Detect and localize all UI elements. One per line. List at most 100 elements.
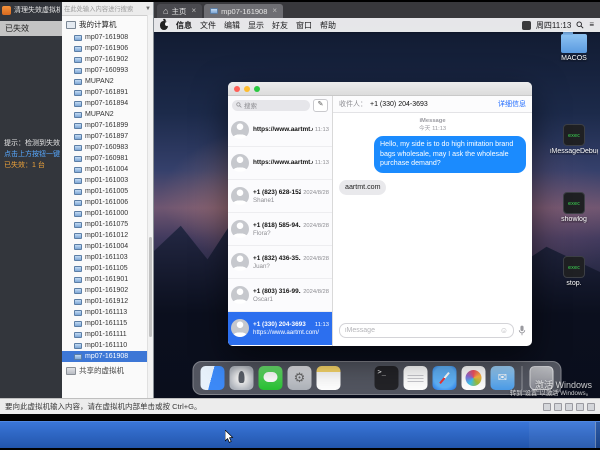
microphone-icon[interactable] bbox=[518, 325, 526, 336]
messages-titlebar[interactable] bbox=[228, 82, 532, 96]
vm-list-item[interactable]: mp01-161110 bbox=[62, 340, 153, 351]
tab-home[interactable]: ⌂主页× bbox=[157, 4, 202, 18]
vm-list-item[interactable]: mp07-161891 bbox=[62, 87, 153, 98]
close-button[interactable] bbox=[234, 86, 240, 92]
network-icon[interactable] bbox=[565, 403, 573, 411]
vm-list-item[interactable]: mp07-161897 bbox=[62, 131, 153, 142]
dock-icon-messages[interactable] bbox=[259, 366, 283, 390]
dock-icon-notes[interactable] bbox=[317, 366, 341, 390]
conversation-list-item[interactable]: +1 (330) 204-369311:13https://www.aartmt… bbox=[228, 312, 332, 345]
menubar-item[interactable]: 信息 bbox=[176, 20, 192, 31]
vm-list-item[interactable]: mp07-161899 bbox=[62, 120, 153, 131]
sound-icon[interactable] bbox=[587, 403, 595, 411]
vm-list-item[interactable]: MUPAN2 bbox=[62, 109, 153, 120]
vm-list-item[interactable]: mp07-161906 bbox=[62, 43, 153, 54]
menubar-item[interactable]: 显示 bbox=[248, 20, 264, 31]
conversation-list-item[interactable]: +1 (818) 585-94...2024/8/28Flora? bbox=[228, 213, 332, 246]
menubar-item[interactable]: 好友 bbox=[272, 20, 288, 31]
vm-list-item[interactable]: mp01-161075 bbox=[62, 219, 153, 230]
scrollbar-thumb[interactable] bbox=[149, 237, 152, 337]
dock-icon-launchpad[interactable] bbox=[230, 366, 254, 390]
cd-icon[interactable] bbox=[554, 403, 562, 411]
spotlight-icon[interactable] bbox=[576, 21, 584, 29]
menubar-item[interactable]: 窗口 bbox=[296, 20, 312, 31]
message-input[interactable]: iMessage ☺ bbox=[339, 323, 514, 338]
desktop-icon-showlog[interactable]: execshowlog bbox=[550, 192, 598, 223]
conversation-list-item[interactable]: +1 (832) 436-35...2024/8/28Juan? bbox=[228, 246, 332, 279]
hdd-icon[interactable] bbox=[543, 403, 551, 411]
menubar-item[interactable]: 编辑 bbox=[224, 20, 240, 31]
vm-list-item[interactable]: MUPAN2 bbox=[62, 76, 153, 87]
vm-list-item[interactable]: mp01-161902 bbox=[62, 285, 153, 296]
vm-list-item[interactable]: mp01-161111 bbox=[62, 329, 153, 340]
conversation-list-item[interactable]: +1 (823) 628-15222024/8/28Shane1 bbox=[228, 180, 332, 213]
vm-list-item[interactable]: mp07-161902 bbox=[62, 54, 153, 65]
vm-list-item[interactable]: mp07-160993 bbox=[62, 65, 153, 76]
tree-root-item[interactable]: 我的计算机 bbox=[62, 16, 153, 32]
system-tray[interactable] bbox=[529, 422, 595, 448]
vm-list-item[interactable]: mp07-161908 bbox=[62, 351, 153, 362]
vm-list-item[interactable]: mp01-161012 bbox=[62, 230, 153, 241]
vm-list-item[interactable]: mp01-161005 bbox=[62, 186, 153, 197]
library-search-input[interactable]: 在此处输入内容进行搜索 ▼ bbox=[62, 2, 153, 16]
vm-list-item[interactable]: mp01-161004 bbox=[62, 164, 153, 175]
vm-list-item[interactable]: mp07-160981 bbox=[62, 153, 153, 164]
vm-list-item[interactable]: mp01-161901 bbox=[62, 274, 153, 285]
dock-icon-textedit[interactable] bbox=[404, 366, 428, 390]
tab-vm[interactable]: mp07-161908× bbox=[204, 4, 283, 18]
dock-icon-terminal[interactable]: >_ bbox=[375, 366, 399, 390]
folder-icon bbox=[561, 34, 587, 53]
desktop-icon-macos[interactable]: MACOS bbox=[550, 34, 598, 62]
dock-icon-finder[interactable] bbox=[201, 366, 225, 390]
library-scrollbar[interactable] bbox=[147, 15, 153, 398]
minimize-button[interactable] bbox=[244, 86, 250, 92]
notification-center-icon[interactable]: ≡ bbox=[589, 21, 594, 29]
conversation-list-item[interactable]: +1 (803) 316-99...2024/8/28Oscar1 bbox=[228, 279, 332, 312]
vm-guest-screen[interactable]: 信息文件编辑显示好友窗口帮助 周四11:13 ≡ MACOS execiMessa… bbox=[154, 18, 600, 398]
windows-taskbar[interactable] bbox=[0, 421, 600, 448]
vm-list-item[interactable]: mp01-161003 bbox=[62, 175, 153, 186]
vm-name: mp07-161894 bbox=[85, 100, 128, 107]
vm-list-item[interactable]: mp07-160983 bbox=[62, 142, 153, 153]
show-desktop-button[interactable] bbox=[595, 422, 600, 448]
dock-icon-activity-monitor[interactable] bbox=[346, 366, 370, 390]
library-search-placeholder: 在此处输入内容进行搜索 bbox=[64, 4, 144, 13]
dock-icon-photos[interactable] bbox=[462, 366, 486, 390]
menubar-item[interactable]: 文件 bbox=[200, 20, 216, 31]
vm-list-item[interactable]: mp01-161006 bbox=[62, 197, 153, 208]
usb-icon[interactable] bbox=[576, 403, 584, 411]
vm-list-item[interactable]: mp01-161105 bbox=[62, 263, 153, 274]
vm-list-item[interactable]: mp07-161894 bbox=[62, 98, 153, 109]
chevron-down-icon[interactable]: ▼ bbox=[145, 6, 151, 12]
details-link[interactable]: 详细信息 bbox=[498, 99, 526, 109]
vm-list-item[interactable]: mp01-161103 bbox=[62, 252, 153, 263]
dock-icon-safari[interactable] bbox=[433, 366, 457, 390]
conversation-list-item[interactable]: https://www.aartmt.com/11:13 bbox=[228, 114, 332, 147]
vm-list-item[interactable]: mp01-161115 bbox=[62, 318, 153, 329]
menubar-item[interactable]: 帮助 bbox=[320, 20, 336, 31]
vm-list-item[interactable]: mp01-161004 bbox=[62, 241, 153, 252]
recipient-field[interactable]: 收件人： +1 (330) 204-3693 详细信息 bbox=[333, 96, 532, 113]
input-source-icon[interactable] bbox=[522, 21, 531, 30]
vm-status-hint: 要向此虚拟机输入内容，请在虚拟机内部单击或按 Ctrl+G。 bbox=[5, 401, 539, 412]
invalid-filter-tab[interactable]: 已失效 bbox=[0, 21, 62, 36]
shared-vms-item[interactable]: 共享的虚拟机 bbox=[62, 365, 153, 376]
desktop-icon-stop[interactable]: execstop. bbox=[550, 256, 598, 287]
compose-button[interactable]: ✎ bbox=[313, 99, 328, 112]
vm-list-item[interactable]: mp01-161912 bbox=[62, 296, 153, 307]
apple-menu-icon[interactable] bbox=[160, 21, 168, 30]
zoom-button[interactable] bbox=[254, 86, 260, 92]
conversation-list-item[interactable]: https://www.aartmt.com/11:13 bbox=[228, 147, 332, 180]
emoji-icon[interactable]: ☺ bbox=[500, 327, 508, 335]
vm-list-item[interactable]: mp01-161113 bbox=[62, 307, 153, 318]
conversation-search-input[interactable]: 搜索 bbox=[232, 100, 310, 111]
tab-close-button[interactable]: × bbox=[191, 7, 196, 15]
vm-list-item[interactable]: mp01-161000 bbox=[62, 208, 153, 219]
desktop-icon-imessagedebug[interactable]: execiMessageDebug bbox=[550, 124, 598, 155]
clean-invalid-vms-button[interactable]: 清理失效虚拟机 bbox=[0, 2, 62, 18]
dock-icon-system-preferences[interactable]: ⚙ bbox=[288, 366, 312, 390]
menubar-clock[interactable]: 周四11:13 bbox=[536, 20, 571, 31]
panel-note: 已失效：1 台 bbox=[4, 160, 60, 171]
vm-list-item[interactable]: mp07-161908 bbox=[62, 32, 153, 43]
tab-close-button[interactable]: × bbox=[272, 7, 277, 15]
